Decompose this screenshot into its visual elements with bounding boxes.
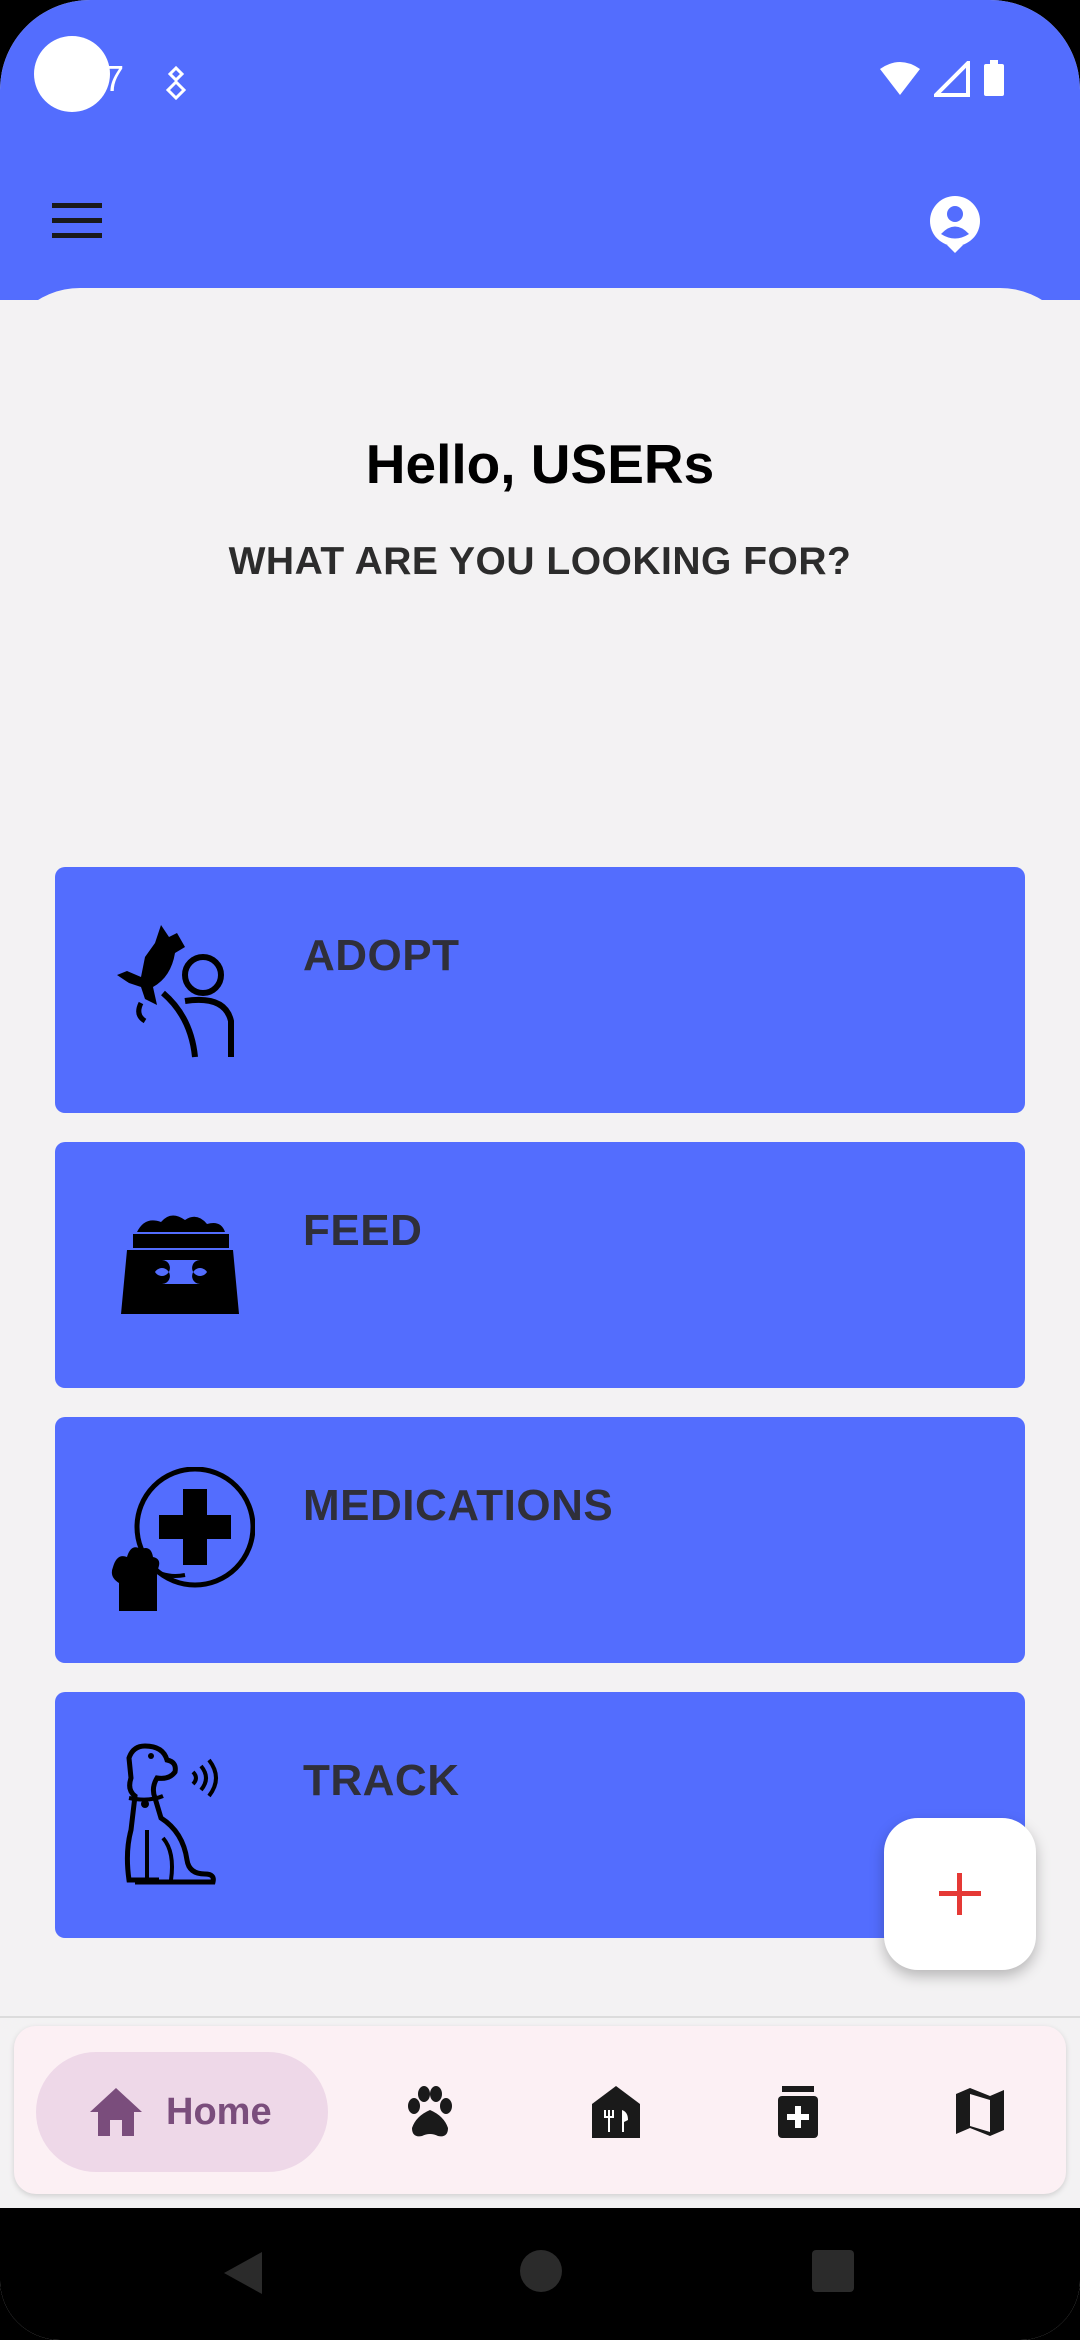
map-icon xyxy=(956,2088,1004,2136)
adopt-card-label: ADOPT xyxy=(303,931,460,980)
circle-home-icon xyxy=(520,2250,562,2292)
restaurant-icon xyxy=(592,2086,640,2138)
nav-item-map[interactable] xyxy=(934,2066,1026,2158)
medications-card[interactable]: MEDICATIONS xyxy=(55,1417,1025,1663)
system-navigation-bar xyxy=(0,2208,1080,2340)
medications-card-label: MEDICATIONS xyxy=(303,1481,614,1530)
square-recents-icon xyxy=(812,2250,854,2292)
menu-button[interactable] xyxy=(40,184,114,258)
adopt-pet-icon xyxy=(117,925,234,1058)
add-button[interactable] xyxy=(884,1818,1036,1970)
back-icon xyxy=(224,2252,262,2294)
bottom-navigation: Home xyxy=(14,2026,1066,2194)
battery-icon xyxy=(984,60,1004,96)
tracked-dog-icon xyxy=(124,1743,218,1885)
signal-icon xyxy=(934,61,970,97)
menu-icon xyxy=(52,203,102,238)
greeting-subtitle: WHAT ARE YOU LOOKING FOR? xyxy=(228,540,852,583)
notification-icon xyxy=(165,65,187,100)
adopt-card[interactable]: ADOPT xyxy=(55,867,1025,1113)
camera-cutout xyxy=(34,36,110,112)
status-icons xyxy=(878,60,1006,98)
app-screen: 7 Hello, USERs WHAT ARE YOU LOOKING FOR?… xyxy=(0,0,1080,2340)
home-system-button[interactable] xyxy=(518,2248,564,2294)
nav-item-feed[interactable] xyxy=(570,2066,662,2158)
account-icon xyxy=(930,196,980,253)
medical-cross-icon xyxy=(111,1467,255,1611)
greeting-title: Hello, USERs xyxy=(365,433,715,495)
status-bar: 7 xyxy=(0,0,1080,160)
nav-item-medications[interactable] xyxy=(752,2066,844,2158)
food-bowl-icon xyxy=(121,1215,239,1314)
nav-item-pets[interactable] xyxy=(384,2066,476,2158)
nav-item-home[interactable]: Home xyxy=(36,2052,328,2172)
recents-button[interactable] xyxy=(810,2248,856,2294)
plus-icon xyxy=(939,1873,981,1915)
medicine-icon xyxy=(778,2086,818,2138)
feed-card-label: FEED xyxy=(303,1206,423,1255)
home-icon xyxy=(90,2088,142,2136)
status-time: 7 xyxy=(104,58,125,99)
app-bar xyxy=(0,160,1080,290)
wifi-icon xyxy=(880,62,920,95)
profile-button[interactable] xyxy=(900,180,1010,270)
paw-icon xyxy=(408,2086,452,2137)
track-card[interactable]: TRACK xyxy=(55,1692,1025,1938)
back-button[interactable] xyxy=(220,2248,266,2298)
divider xyxy=(0,2016,1080,2018)
track-card-label: TRACK xyxy=(303,1756,460,1805)
feed-card[interactable]: FEED xyxy=(55,1142,1025,1388)
nav-item-home-label: Home xyxy=(166,2090,272,2133)
